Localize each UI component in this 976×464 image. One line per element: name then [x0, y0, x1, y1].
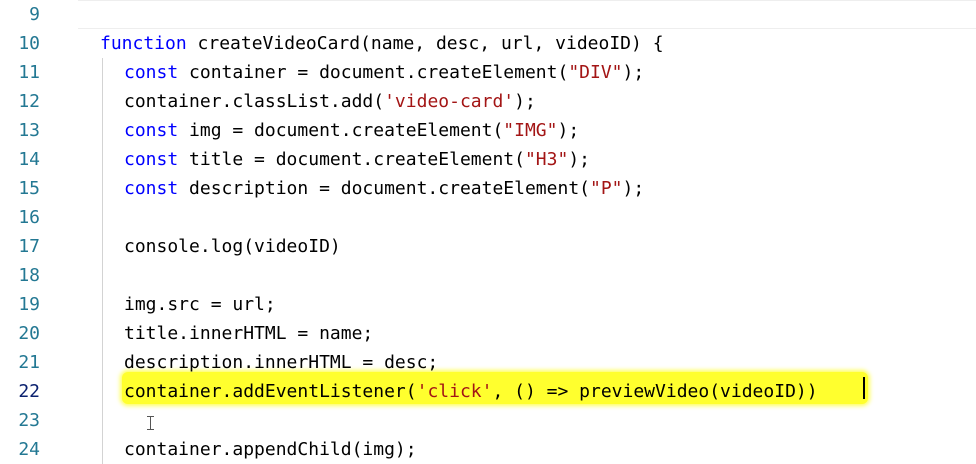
code-token: img = document.createElement( — [178, 120, 504, 141]
ibeam-cursor-icon — [147, 416, 154, 430]
current-line-outline — [78, 0, 976, 29]
code-token: container.addEventListener( — [124, 381, 417, 402]
line-number: 9 — [29, 4, 40, 25]
line-number: 23 — [18, 410, 40, 431]
code-token: createVideoCard(name, desc, url, videoID… — [186, 33, 664, 54]
line-number: 12 — [18, 91, 40, 112]
code-line[interactable]: console.log(videoID) — [124, 232, 341, 261]
code-line[interactable]: title.innerHTML = name; — [124, 319, 373, 348]
active-line-number: 22 — [18, 381, 40, 402]
text-cursor — [863, 377, 865, 399]
code-token: title.innerHTML = name; — [124, 323, 374, 344]
string-token: "H3" — [524, 149, 569, 170]
code-line[interactable]: const container = document.createElement… — [124, 58, 644, 87]
code-token: title = document.createElement( — [178, 149, 525, 170]
line-number: 20 — [18, 323, 40, 344]
code-token: ); — [622, 62, 645, 83]
code-line[interactable]: description.innerHTML = desc; — [124, 348, 438, 377]
line-number: 16 — [18, 207, 40, 228]
code-token: description.innerHTML = desc; — [124, 352, 439, 373]
keyword-token: const — [124, 178, 179, 199]
line-number: 10 — [18, 33, 40, 54]
code-token: container = document.createElement( — [178, 62, 569, 83]
line-number: 15 — [18, 178, 40, 199]
string-token: "P" — [590, 178, 623, 199]
line-number: 19 — [18, 294, 40, 315]
line-number: 21 — [18, 352, 40, 373]
code-token: container.appendChild(img); — [124, 439, 417, 460]
string-token: 'video-card' — [384, 91, 515, 112]
string-token: "DIV" — [568, 62, 623, 83]
line-number: 11 — [18, 62, 40, 83]
line-number: 24 — [18, 439, 40, 460]
line-number: 18 — [18, 265, 40, 286]
code-token: ); — [568, 149, 591, 170]
line-number-gutter: 9 10 11 12 13 14 15 16 17 18 19 20 21 22… — [0, 0, 78, 464]
code-line[interactable]: container.classList.add('video-card'); — [124, 87, 536, 116]
code-line[interactable]: const img = document.createElement("IMG"… — [124, 116, 579, 145]
string-token: 'click' — [416, 381, 493, 402]
code-line[interactable]: img.src = url; — [124, 290, 276, 319]
code-token: , () => previewVideo(videoID)) — [492, 381, 818, 402]
indent-guide — [102, 58, 103, 464]
code-line[interactable]: container.appendChild(img); — [124, 435, 417, 464]
keyword-token: const — [124, 149, 179, 170]
code-line[interactable]: function createVideoCard(name, desc, url… — [100, 29, 664, 58]
keyword-token: function — [100, 33, 187, 54]
code-line[interactable]: const title = document.createElement("H3… — [124, 145, 590, 174]
code-line[interactable]: const description = document.createEleme… — [124, 174, 644, 203]
active-code-line[interactable]: container.addEventListener('click', () =… — [124, 377, 818, 406]
line-number: 13 — [18, 120, 40, 141]
keyword-token: const — [124, 120, 179, 141]
code-token: ); — [557, 120, 580, 141]
code-token: ); — [622, 178, 645, 199]
keyword-token: const — [124, 62, 179, 83]
line-number: 17 — [18, 236, 40, 257]
code-editor[interactable]: 9 10 11 12 13 14 15 16 17 18 19 20 21 22… — [0, 0, 976, 464]
string-token: "IMG" — [503, 120, 558, 141]
line-number: 14 — [18, 149, 40, 170]
code-token: description = document.createElement( — [178, 178, 590, 199]
code-token: container.classList.add( — [124, 91, 385, 112]
code-token: ); — [514, 91, 536, 112]
code-token: console.log(videoID) — [124, 236, 341, 257]
code-token: img.src = url; — [124, 294, 276, 315]
